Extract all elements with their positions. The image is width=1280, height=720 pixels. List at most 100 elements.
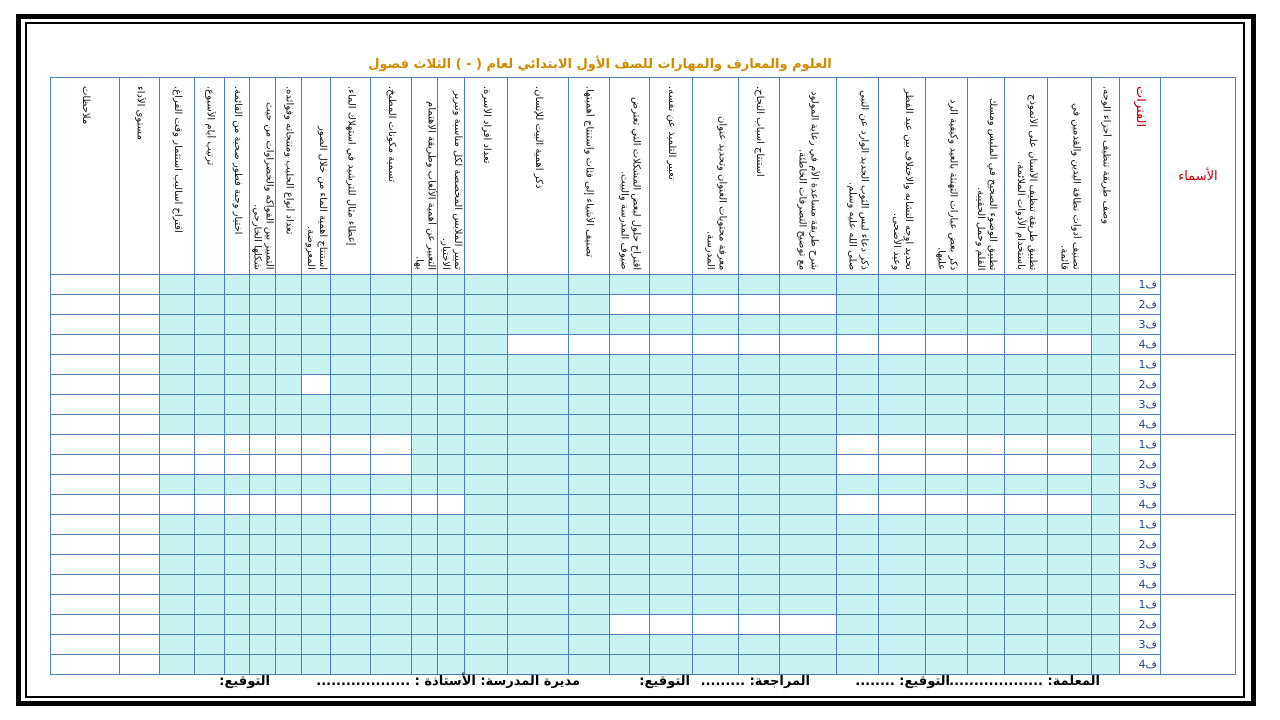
skill-score-cell[interactable] — [1090, 554, 1121, 575]
skill-score-cell[interactable] — [738, 614, 780, 635]
performance-cell[interactable] — [118, 634, 161, 655]
skill-score-cell[interactable] — [224, 274, 250, 295]
notes-cell[interactable] — [50, 634, 120, 655]
skill-score-cell[interactable] — [835, 454, 880, 475]
skill-score-cell[interactable] — [835, 374, 880, 395]
skill-score-cell[interactable] — [224, 494, 250, 515]
skill-score-cell[interactable] — [437, 314, 465, 335]
skill-score-cell[interactable] — [924, 634, 969, 655]
skill-score-cell[interactable] — [835, 434, 880, 455]
skill-score-cell[interactable] — [193, 274, 226, 295]
skill-score-cell[interactable] — [1090, 594, 1121, 615]
skill-score-cell[interactable] — [1047, 314, 1092, 335]
skill-score-cell[interactable] — [649, 434, 693, 455]
skill-score-cell[interactable] — [878, 494, 926, 515]
skill-score-cell[interactable] — [248, 614, 277, 635]
skill-score-cell[interactable] — [567, 394, 610, 415]
performance-cell[interactable] — [118, 434, 161, 455]
skill-score-cell[interactable] — [1003, 454, 1049, 475]
skill-score-cell[interactable] — [159, 634, 195, 655]
skill-score-cell[interactable] — [878, 654, 926, 675]
skill-score-cell[interactable] — [967, 574, 1005, 595]
skill-score-cell[interactable] — [738, 294, 780, 315]
skill-score-cell[interactable] — [301, 474, 331, 495]
skill-score-cell[interactable] — [1090, 334, 1121, 355]
skill-score-cell[interactable] — [370, 494, 412, 515]
skill-score-cell[interactable] — [301, 374, 331, 395]
skill-score-cell[interactable] — [1003, 394, 1049, 415]
skill-score-cell[interactable] — [370, 294, 412, 315]
skill-score-cell[interactable] — [608, 294, 651, 315]
skill-score-cell[interactable] — [193, 494, 226, 515]
skill-score-cell[interactable] — [370, 474, 412, 495]
skill-score-cell[interactable] — [437, 634, 465, 655]
skill-score-cell[interactable] — [463, 554, 509, 575]
skill-score-cell[interactable] — [329, 614, 372, 635]
skill-score-cell[interactable] — [924, 334, 969, 355]
skill-score-cell[interactable] — [878, 414, 926, 435]
skill-score-cell[interactable] — [329, 634, 372, 655]
skill-score-cell[interactable] — [649, 374, 693, 395]
skill-score-cell[interactable] — [410, 394, 439, 415]
skill-score-cell[interactable] — [778, 374, 837, 395]
skill-score-cell[interactable] — [924, 414, 969, 435]
skill-score-cell[interactable] — [778, 274, 837, 295]
performance-cell[interactable] — [118, 654, 161, 675]
skill-score-cell[interactable] — [924, 394, 969, 415]
skill-score-cell[interactable] — [410, 454, 439, 475]
skill-score-cell[interactable] — [924, 274, 969, 295]
skill-score-cell[interactable] — [248, 654, 277, 675]
skill-score-cell[interactable] — [370, 314, 412, 335]
skill-score-cell[interactable] — [248, 494, 277, 515]
skill-score-cell[interactable] — [1090, 514, 1121, 535]
skill-score-cell[interactable] — [738, 334, 780, 355]
skill-score-cell[interactable] — [1047, 394, 1092, 415]
notes-cell[interactable] — [50, 354, 120, 375]
skill-score-cell[interactable] — [1047, 574, 1092, 595]
skill-score-cell[interactable] — [193, 434, 226, 455]
skill-score-cell[interactable] — [567, 514, 610, 535]
skill-score-cell[interactable] — [878, 514, 926, 535]
skill-score-cell[interactable] — [370, 434, 412, 455]
performance-cell[interactable] — [118, 274, 161, 295]
skill-score-cell[interactable] — [835, 354, 880, 375]
skill-score-cell[interactable] — [1047, 294, 1092, 315]
skill-score-cell[interactable] — [691, 314, 740, 335]
skill-score-cell[interactable] — [835, 494, 880, 515]
skill-score-cell[interactable] — [878, 634, 926, 655]
skill-score-cell[interactable] — [967, 614, 1005, 635]
skill-score-cell[interactable] — [370, 394, 412, 415]
notes-cell[interactable] — [50, 414, 120, 435]
skill-score-cell[interactable] — [608, 454, 651, 475]
skill-score-cell[interactable] — [778, 294, 837, 315]
notes-cell[interactable] — [50, 374, 120, 395]
skill-score-cell[interactable] — [275, 514, 303, 535]
skill-score-cell[interactable] — [329, 574, 372, 595]
skill-score-cell[interactable] — [1003, 494, 1049, 515]
skill-score-cell[interactable] — [507, 334, 569, 355]
skill-score-cell[interactable] — [778, 394, 837, 415]
skill-score-cell[interactable] — [370, 514, 412, 535]
skill-score-cell[interactable] — [410, 374, 439, 395]
student-name-cell[interactable] — [1159, 354, 1236, 435]
skill-score-cell[interactable] — [193, 554, 226, 575]
skill-score-cell[interactable] — [275, 574, 303, 595]
skill-score-cell[interactable] — [410, 474, 439, 495]
skill-score-cell[interactable] — [275, 334, 303, 355]
skill-score-cell[interactable] — [193, 654, 226, 675]
skill-score-cell[interactable] — [275, 534, 303, 555]
performance-cell[interactable] — [118, 574, 161, 595]
skill-score-cell[interactable] — [370, 454, 412, 475]
skill-score-cell[interactable] — [463, 374, 509, 395]
skill-score-cell[interactable] — [608, 274, 651, 295]
skill-score-cell[interactable] — [878, 534, 926, 555]
skill-score-cell[interactable] — [878, 454, 926, 475]
skill-score-cell[interactable] — [835, 514, 880, 535]
skill-score-cell[interactable] — [1003, 574, 1049, 595]
skill-score-cell[interactable] — [608, 434, 651, 455]
skill-score-cell[interactable] — [248, 394, 277, 415]
skill-score-cell[interactable] — [301, 454, 331, 475]
skill-score-cell[interactable] — [1047, 594, 1092, 615]
skill-score-cell[interactable] — [275, 494, 303, 515]
performance-cell[interactable] — [118, 314, 161, 335]
